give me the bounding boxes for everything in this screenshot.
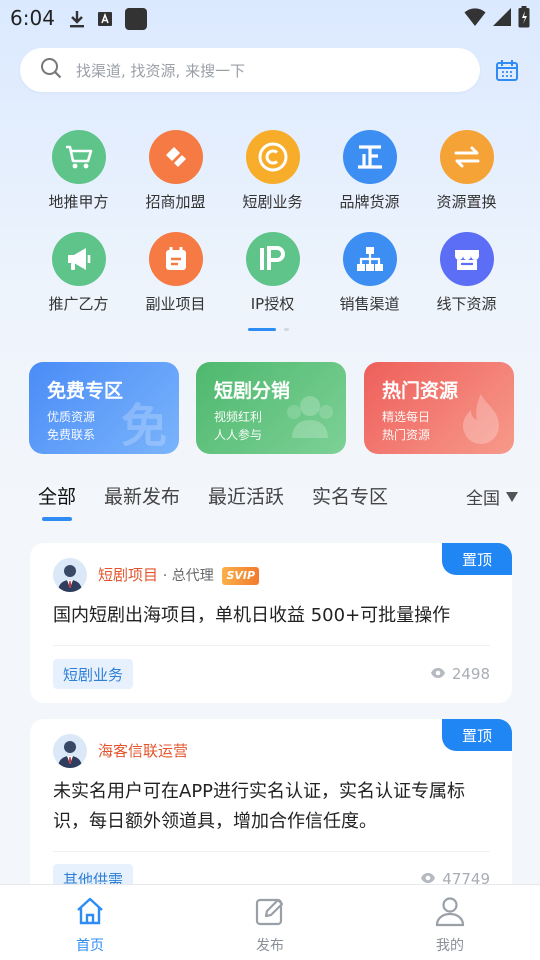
nav-home[interactable]: 首页	[0, 885, 180, 960]
card-divider	[53, 645, 490, 646]
promo-sub-line: 精选每日	[382, 410, 431, 424]
svip-badge: SVIP	[222, 567, 260, 585]
grid-label: 线下资源	[436, 295, 497, 313]
promo-title: 热门资源	[382, 380, 459, 402]
promo-title: 短剧分销	[214, 380, 291, 402]
tab-latest[interactable]: 最新发布	[104, 482, 180, 509]
search-placeholder: 找渠道, 找资源, 来搜一下	[76, 61, 246, 80]
filter-tabs: 全部 最新发布 最近活跃 实名专区	[38, 482, 388, 521]
promo-sub-line: 人人参与	[214, 428, 263, 442]
status-bar: 6:04	[0, 0, 540, 36]
megaphone-icon	[51, 232, 106, 286]
grid-item-brand-supply[interactable]: 品牌货源	[321, 130, 418, 232]
card-category: 短剧项目	[98, 566, 159, 584]
grid-item-ip-license[interactable]: IP授权	[224, 232, 321, 334]
grid-label: 招商加盟	[145, 193, 206, 211]
search-icon	[40, 57, 62, 83]
home-icon	[74, 895, 106, 931]
coin-icon	[245, 130, 300, 184]
promo-title: 免费专区	[47, 380, 124, 402]
post-card[interactable]: 置顶 短剧项目 · 总代理 SVIP 国内短剧出海项目，单机日收益 500+可批…	[30, 543, 512, 703]
tab-all[interactable]: 全部	[38, 482, 76, 521]
card-role: · 总代理	[162, 568, 214, 584]
grid-item-promoter[interactable]: 推广乙方	[30, 232, 127, 334]
grid-label: 短剧业务	[242, 193, 303, 211]
category-grid: 地推甲方 招商加盟 短剧业务 品牌货源 资源置换 推广乙方 副业项目 IP授权 …	[30, 130, 515, 334]
grid-label: 品牌货源	[339, 193, 400, 211]
promo-sub-line: 热门资源	[382, 428, 431, 442]
page-dot-active	[248, 328, 276, 331]
grid-item-ground-promo[interactable]: 地推甲方	[30, 130, 127, 232]
pin-badge: 置顶	[442, 719, 512, 751]
status-time: 6:04	[10, 6, 55, 30]
grid-item-franchise[interactable]: 招商加盟	[127, 130, 224, 232]
grid-item-sales-channel[interactable]: 销售渠道	[321, 232, 418, 334]
edit-icon	[254, 895, 286, 931]
wifi-icon	[464, 7, 486, 31]
people-icon	[284, 392, 336, 446]
grid-label: IP授权	[250, 295, 295, 313]
region-select[interactable]: 全国	[466, 484, 518, 509]
download-icon	[68, 9, 86, 33]
zheng-icon	[342, 130, 397, 184]
promo-sub-line: 免费联系	[47, 428, 96, 442]
user-icon	[434, 895, 466, 931]
card-divider	[53, 851, 490, 852]
triangle-down-icon	[506, 487, 518, 507]
page-indicator	[248, 328, 289, 331]
grid-label: 推广乙方	[48, 295, 109, 313]
grid-label: 地推甲方	[48, 193, 109, 211]
card-category: 海客信联运营	[98, 742, 189, 760]
grid-label: 资源置换	[436, 193, 497, 211]
handshake-icon	[148, 130, 203, 184]
page-dot	[284, 328, 289, 331]
tab-verified[interactable]: 实名专区	[312, 482, 388, 509]
eye-icon	[430, 665, 446, 683]
swap-icon	[439, 130, 494, 184]
notepad-icon	[148, 232, 203, 286]
tab-active[interactable]: 最近活跃	[208, 482, 284, 509]
nav-profile[interactable]: 我的	[360, 885, 540, 960]
promo-bg-char: 免	[121, 399, 167, 453]
nav-publish[interactable]: 发布	[180, 885, 360, 960]
grid-label: 副业项目	[145, 295, 206, 313]
card-tag[interactable]: 短剧业务	[53, 659, 134, 689]
promo-sub-line: 视频红利	[214, 410, 263, 424]
view-count-value: 2498	[451, 665, 490, 683]
grid-label: 销售渠道	[339, 295, 400, 313]
ip-icon	[245, 232, 300, 286]
avatar	[53, 734, 87, 768]
promo-short-drama[interactable]: 短剧分销 视频红利 人人参与	[196, 362, 346, 454]
grid-item-offline-resource[interactable]: 线下资源	[418, 232, 515, 334]
battery-icon	[518, 6, 530, 32]
cart-icon	[51, 130, 106, 184]
promo-sub-line: 优质资源	[47, 410, 96, 424]
nav-label: 我的	[436, 938, 464, 954]
search-input[interactable]: 找渠道, 找资源, 来搜一下	[20, 48, 480, 92]
keyboard-a-icon	[96, 10, 114, 32]
avatar	[53, 558, 87, 592]
pin-badge: 置顶	[442, 543, 512, 575]
grid-item-side-project[interactable]: 副业项目	[127, 232, 224, 334]
card-text: 未实名用户可在APP进行实名认证，实名认证专属标识，每日额外领道具，增加合作信任…	[53, 781, 466, 832]
grid-item-short-drama[interactable]: 短剧业务	[224, 130, 321, 232]
grid-item-resource-swap[interactable]: 资源置换	[418, 130, 515, 232]
nav-label: 首页	[76, 938, 104, 954]
region-label: 全国	[466, 489, 500, 509]
org-chart-icon	[342, 232, 397, 286]
promo-free-zone[interactable]: 免 免费专区 优质资源 免费联系	[29, 362, 179, 454]
app-square-icon	[124, 7, 148, 35]
flame-icon	[458, 392, 504, 450]
view-count: 2498	[430, 665, 490, 683]
card-text: 国内短剧出海项目，单机日收益 500+可批量操作	[53, 605, 451, 626]
signal-icon	[492, 7, 512, 31]
nav-label: 发布	[256, 938, 284, 954]
calendar-icon[interactable]	[494, 58, 520, 84]
bottom-nav: 首页 发布 我的	[0, 884, 540, 960]
store-icon	[439, 232, 494, 286]
promo-hot-resource[interactable]: 热门资源 精选每日 热门资源	[364, 362, 514, 454]
